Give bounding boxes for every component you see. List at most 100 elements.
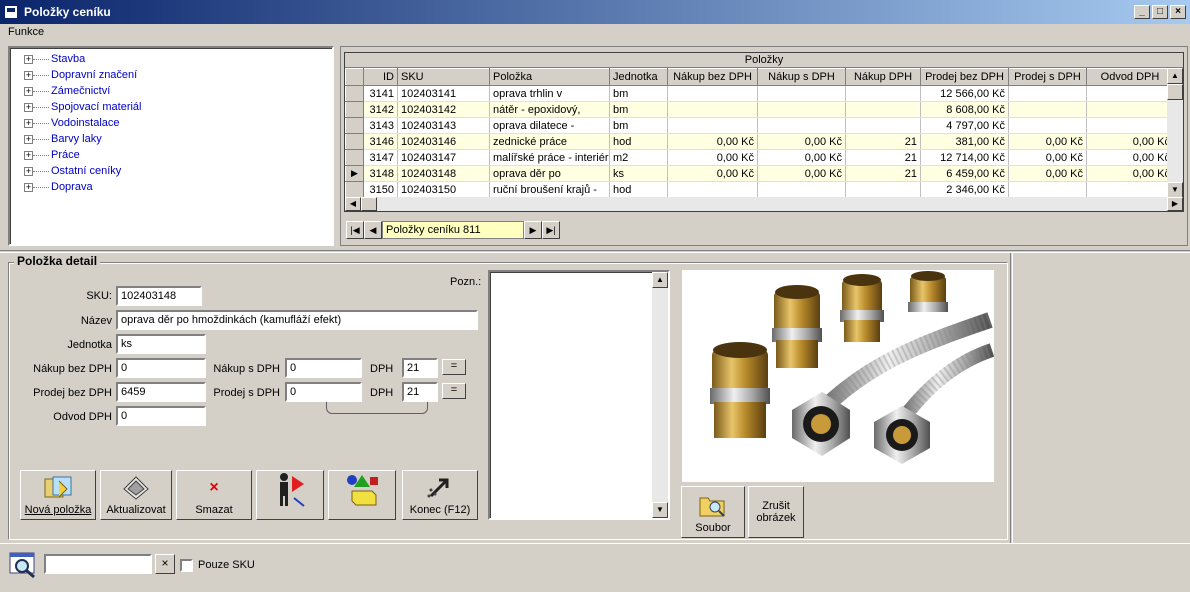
name-field[interactable]: oprava děr po hmoždinkách (kamufláží efe… <box>116 310 478 330</box>
grid-horizontal-scrollbar[interactable]: ◀ ▶ <box>345 197 1183 211</box>
items-grid[interactable]: Položky ID SKU Položka Jednotka Nákup be… <box>344 52 1184 212</box>
next-record-icon[interactable]: ▶ <box>524 221 542 239</box>
odvod-field[interactable]: 0 <box>116 406 206 426</box>
scroll-left-icon[interactable]: ◀ <box>345 197 361 211</box>
shapes-button[interactable] <box>328 470 396 520</box>
dph2-field[interactable]: 21 <box>402 382 438 402</box>
new-item-button[interactable]: Nová položka <box>20 470 96 520</box>
tree-item[interactable]: + Stavba <box>24 51 332 67</box>
tree-item[interactable]: + Barvy laky <box>24 131 332 147</box>
category-tree[interactable]: + Stavba + Dopravní značení + Zámečnictví +… <box>8 46 334 246</box>
table-row[interactable]: 3143 102403143 oprava dilatece - bm 4 797,00… <box>345 117 1167 134</box>
tree-item[interactable]: + Práce <box>24 147 332 163</box>
tree-item[interactable]: + Dopravní značení <box>24 67 332 83</box>
minimize-button[interactable]: _ <box>1134 5 1150 19</box>
last-record-icon[interactable]: ▶| <box>542 221 560 239</box>
col-header-nakup-dph[interactable]: Nákup DPH <box>845 68 921 86</box>
col-header-nakup-bez[interactable]: Nákup bez DPH <box>667 68 758 86</box>
search-icon[interactable] <box>8 549 40 579</box>
expand-icon[interactable]: + <box>24 70 33 80</box>
detail-title: Položka detail <box>14 254 101 268</box>
table-row[interactable]: 3150 102403150 ruční broušení krajů - hod 2 … <box>345 181 1167 198</box>
nakup-s-field[interactable]: 0 <box>285 358 362 378</box>
col-header-id[interactable]: ID <box>363 68 398 86</box>
tree-item[interactable]: + Ostatní ceníky <box>24 163 332 179</box>
prodej-s-field[interactable]: 0 <box>285 382 362 402</box>
table-row[interactable]: 3146 102403146 zednické práce hod 0,00 Kč 0,0… <box>345 133 1167 150</box>
expand-icon[interactable]: + <box>24 182 33 192</box>
shapes-box-icon <box>344 471 380 516</box>
menu-funkce[interactable]: Funkce <box>8 26 44 38</box>
app-icon <box>4 5 18 19</box>
delete-button[interactable]: × Smazat <box>176 470 252 520</box>
scroll-down-icon[interactable]: ▼ <box>652 502 668 518</box>
expand-icon[interactable]: + <box>24 134 33 144</box>
col-header-polozka[interactable]: Položka <box>489 68 610 86</box>
tree-item[interactable]: + Zámečnictví <box>24 83 332 99</box>
maximize-button[interactable]: □ <box>1152 5 1168 19</box>
expand-icon[interactable]: + <box>24 166 33 176</box>
scroll-up-icon[interactable]: ▲ <box>652 272 668 288</box>
grid-vertical-scrollbar[interactable]: ▲ ▼ <box>1167 68 1183 198</box>
nakup-bez-field[interactable]: 0 <box>116 358 206 378</box>
row-selector[interactable] <box>345 85 364 102</box>
prev-record-icon[interactable]: ◀ <box>364 221 382 239</box>
pouze-sku-label[interactable]: Pouze SKU <box>198 559 255 571</box>
sku-field[interactable]: 102403148 <box>116 286 202 306</box>
bottom-bar <box>0 543 1190 592</box>
row-selector[interactable] <box>345 149 364 166</box>
col-header-nakup-s[interactable]: Nákup s DPH <box>757 68 846 86</box>
scroll-thumb[interactable] <box>1167 84 1183 100</box>
file-button[interactable]: Soubor <box>681 486 745 538</box>
calc-nakup-button[interactable]: = <box>442 359 466 375</box>
expand-icon[interactable]: + <box>24 150 33 160</box>
hscroll-thumb[interactable] <box>361 197 377 211</box>
unit-field[interactable]: ks <box>116 334 206 354</box>
remove-image-button[interactable]: Zrušit obrázek <box>748 486 804 538</box>
update-button[interactable]: Aktualizovat <box>100 470 172 520</box>
table-row-selected[interactable]: ▶ 3148 102403148 oprava děr po ks 0,00 Kč 0,0… <box>345 165 1167 182</box>
pouze-sku-checkbox[interactable] <box>180 559 193 572</box>
tree-item[interactable]: + Spojovací materiál <box>24 99 332 115</box>
row-selector[interactable] <box>345 133 364 150</box>
scroll-right-icon[interactable]: ▶ <box>1167 197 1183 211</box>
window-titlebar: Položky ceníku _ □ × <box>0 0 1190 24</box>
dph1-field[interactable]: 21 <box>402 358 438 378</box>
table-row[interactable]: 3147 102403147 malířské práce - interiér m2… <box>345 149 1167 166</box>
pozn-textarea[interactable]: ▲ ▼ <box>488 270 670 520</box>
memo-scrollbar[interactable]: ▲ ▼ <box>652 272 668 518</box>
prodej-bez-field[interactable]: 6459 <box>116 382 206 402</box>
row-selector[interactable] <box>345 181 364 198</box>
col-header-sku[interactable]: SKU <box>397 68 490 86</box>
exit-arrow-icon <box>425 471 455 504</box>
col-header-prodej-s[interactable]: Prodej s DPH <box>1008 68 1087 86</box>
col-header-prodej-bez[interactable]: Prodej bez DPH <box>920 68 1009 86</box>
expand-icon[interactable]: + <box>24 118 33 128</box>
row-selector[interactable] <box>345 101 364 118</box>
current-row-arrow-icon[interactable]: ▶ <box>345 165 364 182</box>
first-record-icon[interactable]: |◀ <box>346 221 364 239</box>
col-header-odvod[interactable]: Odvod DPH <box>1086 68 1167 86</box>
calc-prodej-button[interactable]: = <box>442 383 466 399</box>
navigator-label: Položky ceníku 811 <box>382 221 524 239</box>
col-header-jednotka[interactable]: Jednotka <box>609 68 668 86</box>
exit-button[interactable]: Konec (F12) <box>402 470 478 520</box>
clear-search-button[interactable]: × <box>155 554 175 574</box>
tree-item[interactable]: + Doprava <box>24 179 332 195</box>
person-action-button[interactable] <box>256 470 324 520</box>
expand-icon[interactable]: + <box>24 102 33 112</box>
expand-icon[interactable]: + <box>24 86 33 96</box>
scroll-down-icon[interactable]: ▼ <box>1167 182 1183 198</box>
search-input[interactable] <box>44 554 152 574</box>
items-table[interactable]: ID SKU Položka Jednotka Nákup bez DPH Ná… <box>345 68 1167 198</box>
row-selector[interactable] <box>345 117 364 134</box>
prodej-bez-label: Prodej bez DPH <box>33 387 112 399</box>
expand-icon[interactable]: + <box>24 54 33 64</box>
close-button[interactable]: × <box>1170 5 1186 19</box>
table-row[interactable]: 3141 102403141 oprava trhlin v bm 12 566,00 … <box>345 85 1167 102</box>
table-row[interactable]: 3142 102403142 nátěr - epoxidový, bm 8 608,0… <box>345 101 1167 118</box>
scroll-up-icon[interactable]: ▲ <box>1167 68 1183 84</box>
tree-item[interactable]: + Vodoinstalace <box>24 115 332 131</box>
vertical-splitter[interactable] <box>1010 253 1013 543</box>
update-icon <box>120 471 152 504</box>
